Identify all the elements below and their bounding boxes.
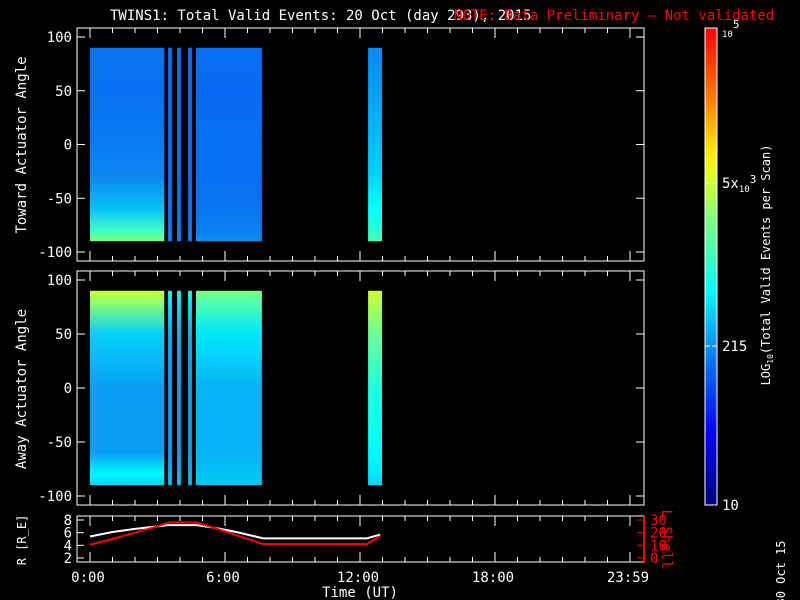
away-ytick-label: -100 xyxy=(38,489,72,505)
xtick-label: 6:00 xyxy=(206,570,240,586)
date-stamp: 30 Oct 15 xyxy=(774,540,788,600)
colorbar-tick-label: 215 xyxy=(722,339,747,355)
r-line xyxy=(89,524,381,540)
colorbar-tick-label: 5x103 xyxy=(722,173,756,195)
toward-ytick-label: -50 xyxy=(47,191,72,207)
exp: 3 xyxy=(750,173,757,186)
r-ytick-label: 2 xyxy=(64,551,72,567)
away-ylabel: Away Actuator Angle xyxy=(14,309,30,469)
away-ytick-label: -50 xyxy=(47,435,72,451)
toward-ytick-label: 50 xyxy=(55,84,72,100)
twins-plot: TWINS1: Total Valid Events: 20 Oct (day … xyxy=(14,8,788,600)
toward-ytick-label: 100 xyxy=(47,30,72,46)
xtick-label: 12:00 xyxy=(337,570,379,586)
exp-base: 10 xyxy=(722,30,733,40)
xtick-label: 23:59 xyxy=(607,570,649,586)
toward-data-segment xyxy=(368,47,383,242)
toward-ytick-label: -100 xyxy=(38,245,72,261)
toward-data-segment xyxy=(177,47,181,242)
xtick-label: 0:00 xyxy=(71,570,105,586)
toward-data-segment xyxy=(90,47,165,242)
lshell-line xyxy=(89,521,381,546)
lshell-ylabel: L Shell xyxy=(658,509,674,568)
colorbar-tick-label: 10 xyxy=(722,498,739,514)
colorbar-label: LOG10(Total Valid Events per Scan) xyxy=(759,145,775,386)
away-data-segment xyxy=(195,290,262,486)
away-ytick-label: 100 xyxy=(47,273,72,289)
toward-data-segment xyxy=(168,47,172,242)
away-data-segment xyxy=(368,290,383,486)
away-data-segment xyxy=(168,290,172,486)
r-ylabel: R [R_E] xyxy=(15,515,29,566)
exp: 5 xyxy=(733,18,740,31)
away-data-segment xyxy=(188,290,192,486)
xtick-label: 18:00 xyxy=(472,570,514,586)
colorbar xyxy=(704,27,718,506)
exp-base: 10 xyxy=(739,185,750,195)
toward-data-segment xyxy=(188,47,192,242)
away-data-segment xyxy=(90,290,165,486)
away-ytick-label: 50 xyxy=(55,327,72,343)
toward-data-segment xyxy=(195,47,262,242)
away-ytick-label: 0 xyxy=(64,381,72,397)
away-data-segment xyxy=(177,290,181,486)
toward-ylabel: Toward Actuator Angle xyxy=(14,56,30,233)
toward-ytick-label: 0 xyxy=(64,138,72,154)
lshell-ytick-label: 0 xyxy=(650,551,658,567)
xaxis-label: Time (UT) xyxy=(322,585,398,600)
preliminary-note: NOTE: Data Preliminary — Not validated xyxy=(454,8,774,24)
